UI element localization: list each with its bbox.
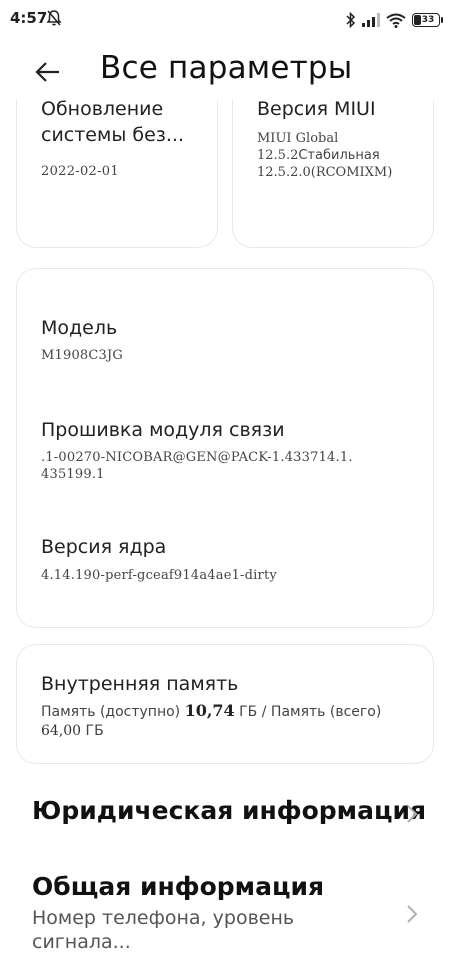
total-unit: ГБ bbox=[85, 723, 104, 739]
miui-version-tile[interactable]: Версия MIUI MIUI Global 12.5.2Стабильная… bbox=[232, 100, 434, 248]
system-update-title: Обновление системы без... bbox=[41, 100, 185, 146]
wifi-icon bbox=[386, 13, 406, 28]
baseband-value-line1: .1-00270-NICOBAR@GEN@PACK-1.433714.1. bbox=[41, 450, 353, 465]
miui-version-details: MIUI Global 12.5.2Стабильная 12.5.2.0(RC… bbox=[257, 130, 392, 181]
general-info-subtitle: Номер телефона, уровень сигнала... bbox=[32, 907, 295, 953]
general-info-title: Общая информация bbox=[32, 872, 325, 901]
baseband-value: .1-00270-NICOBAR@GEN@PACK-1.433714.1. 43… bbox=[41, 449, 353, 483]
status-time: 4:57 bbox=[10, 9, 48, 27]
storage-label: Внутренняя память bbox=[41, 673, 239, 695]
device-specs-card: Модель M1908C3JG Прошивка модуля связи .… bbox=[16, 268, 434, 628]
available-label: Память (доступно) bbox=[41, 704, 181, 720]
storage-separator: / bbox=[261, 704, 267, 720]
system-update-date: 2022-02-01 bbox=[41, 164, 119, 179]
legal-info-item[interactable]: Юридическая информация bbox=[0, 792, 450, 842]
status-icons: 33 bbox=[346, 10, 443, 30]
mute-notifications-icon bbox=[46, 9, 62, 27]
total-value: 64,00 bbox=[41, 723, 82, 739]
page-title: Все параметры bbox=[100, 50, 353, 86]
legal-info-title: Юридическая информация bbox=[32, 796, 427, 825]
battery-level-text: 33 bbox=[421, 15, 435, 25]
settings-content[interactable]: Обновление системы без... 2022-02-01 Вер… bbox=[0, 100, 450, 975]
storage-details: Память (доступно) 10,74 ГБ / Память (все… bbox=[41, 701, 421, 741]
chevron-right-icon bbox=[407, 805, 418, 823]
back-button[interactable] bbox=[28, 56, 68, 88]
general-info-item[interactable]: Общая информация Номер телефона, уровень… bbox=[0, 868, 450, 968]
kernel-value: 4.14.190-perf-gceaf914a4ae1-dirty bbox=[41, 568, 277, 583]
available-unit: ГБ bbox=[239, 704, 258, 720]
available-value: 10,74 bbox=[184, 701, 235, 720]
back-arrow-icon bbox=[35, 62, 59, 82]
battery-level-fill bbox=[414, 15, 421, 25]
bluetooth-icon bbox=[346, 12, 356, 28]
system-update-tile[interactable]: Обновление системы без... 2022-02-01 bbox=[16, 100, 218, 248]
miui-version-title: Версия MIUI bbox=[257, 100, 376, 120]
baseband-label: Прошивка модуля связи bbox=[41, 419, 285, 441]
miui-version-number: 12.5.2 bbox=[257, 148, 299, 163]
battery-icon: 33 bbox=[412, 13, 443, 27]
chevron-right-icon bbox=[407, 905, 418, 923]
storage-card[interactable]: Внутренняя память Память (доступно) 10,7… bbox=[16, 644, 434, 764]
miui-build: 12.5.2.0(RCOMIXM) bbox=[257, 165, 393, 180]
header: Все параметры bbox=[0, 42, 450, 100]
kernel-label: Версия ядра bbox=[41, 536, 167, 558]
status-bar: 4:57 33 bbox=[0, 0, 450, 42]
model-label: Модель bbox=[41, 317, 118, 339]
model-value: M1908C3JG bbox=[41, 348, 124, 363]
total-label: Память (всего) bbox=[270, 704, 382, 720]
signal-icon bbox=[362, 13, 380, 27]
miui-channel: Стабильная bbox=[298, 148, 380, 163]
baseband-value-line2: 435199.1 bbox=[41, 467, 105, 482]
miui-edition: MIUI Global bbox=[257, 131, 339, 146]
